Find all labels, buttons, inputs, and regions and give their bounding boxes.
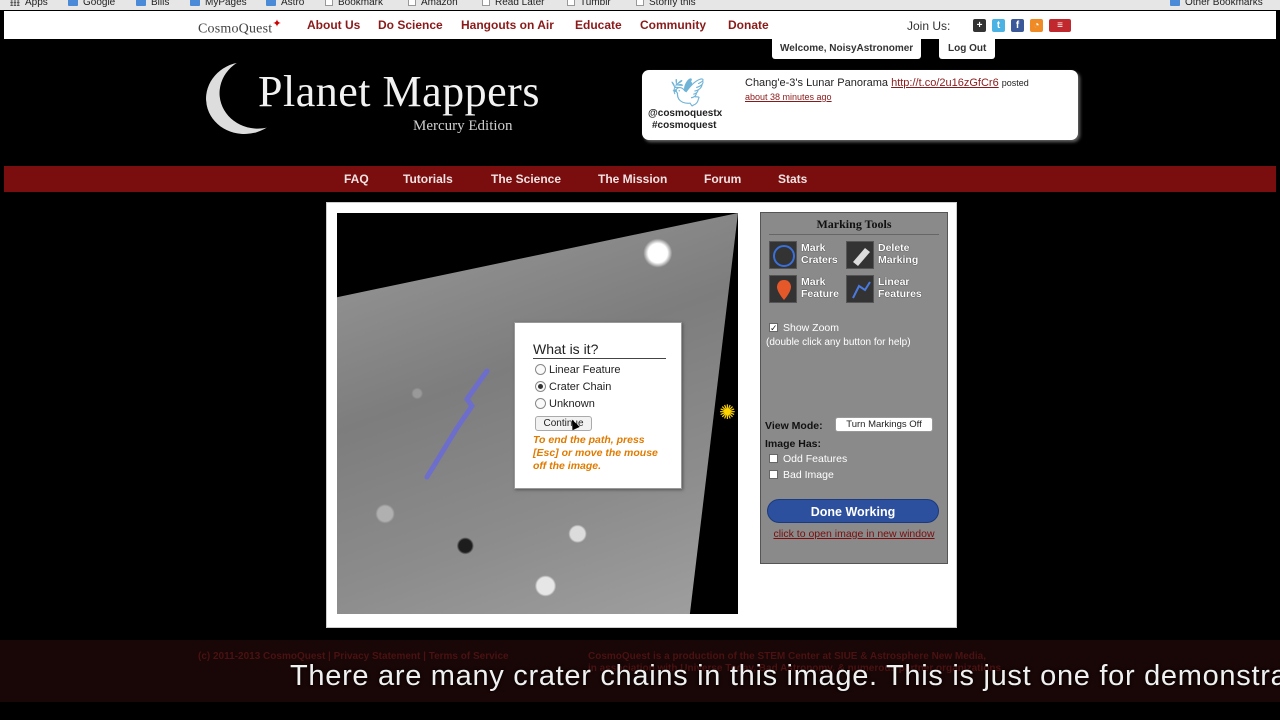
marking-tools-title: Marking Tools (769, 217, 939, 235)
option-unknown[interactable]: Unknown (535, 397, 595, 410)
twitter-widget: 🕊 @cosmoquestx #cosmoquest Chang'e-3's L… (642, 70, 1078, 140)
tweet-content: Chang'e-3's Lunar Panorama http://t.co/2… (745, 77, 1029, 102)
radio-selected-icon[interactable] (535, 380, 546, 392)
option-linear-feature[interactable]: Linear Feature (535, 363, 621, 376)
google-plus-icon[interactable]: + (973, 19, 986, 32)
mark-craters-button[interactable]: Mark Craters (769, 241, 849, 271)
folder-icon (190, 0, 200, 6)
welcome-user[interactable]: Welcome, NoisyAstronomer (772, 39, 922, 59)
star-icon: ✦ (272, 18, 282, 30)
open-image-link[interactable]: click to open image in new window (771, 528, 937, 541)
nav-about-us[interactable]: About Us (307, 18, 360, 32)
tweet-link[interactable]: http://t.co/2u16zGfCr6 (891, 77, 999, 89)
radio-icon[interactable] (535, 397, 546, 409)
folder-icon (136, 0, 146, 6)
page-subtitle: Mercury Edition (413, 118, 513, 134)
what-is-it-dialog: What is it? Linear Feature Crater Chain … (514, 322, 682, 489)
done-working-button[interactable]: Done Working (767, 499, 939, 523)
tweet-time-link[interactable]: about 38 minutes ago (745, 92, 832, 102)
linear-path-icon (846, 275, 874, 303)
checkmark-icon[interactable]: ✓ (769, 322, 778, 332)
nav-educate[interactable]: Educate (575, 18, 622, 32)
bookmark-bookmark[interactable]: Bookmark (325, 0, 383, 8)
sub-nav: FAQ Tutorials The Science The Mission Fo… (4, 166, 1276, 192)
sun-direction-icon: ✺ (719, 402, 736, 424)
bookmark-apps[interactable]: Apps (10, 0, 48, 8)
page-icon (636, 0, 644, 7)
dialog-title: What is it? (533, 341, 666, 359)
crater-circle-icon (769, 241, 797, 269)
twitter-bird-icon: 🕊 (670, 77, 706, 108)
bookmarks-bar: Apps Google Bills MyPages Astro Bookmark… (0, 0, 1280, 10)
bookmark-google[interactable]: Google (68, 0, 115, 8)
logout-button[interactable]: Log Out (939, 39, 996, 59)
image-has-label: Image Has: (765, 438, 822, 450)
page-icon (408, 0, 416, 7)
bookmark-other[interactable]: Other Bookmarks (1170, 0, 1263, 8)
page-icon (482, 0, 490, 7)
bookmark-mypages[interactable]: MyPages (190, 0, 247, 8)
page-icon (325, 0, 333, 7)
twitter-icon[interactable]: t (992, 19, 1005, 32)
rss-icon[interactable]: ◔ (1030, 19, 1043, 32)
top-nav: CosmoQuest✦ About Us Do Science Hangouts… (4, 11, 1276, 39)
subnav-forum[interactable]: Forum (704, 172, 741, 186)
flag-icon[interactable]: ≡ (1049, 19, 1071, 32)
bookmark-read-later[interactable]: Read Later (482, 0, 544, 8)
option-crater-chain[interactable]: Crater Chain (535, 380, 611, 393)
folder-icon (1170, 0, 1180, 6)
subnav-the-science[interactable]: The Science (491, 172, 561, 186)
cosmoquest-logo[interactable]: CosmoQuest✦ (198, 17, 282, 38)
bookmark-astro[interactable]: Astro (266, 0, 304, 8)
radio-icon[interactable] (535, 363, 546, 375)
join-us-label: Join Us: (907, 19, 951, 33)
nav-donate[interactable]: Donate (728, 18, 769, 32)
mark-feature-button[interactable]: Mark Feature (769, 275, 849, 305)
nav-hangouts[interactable]: Hangouts on Air (461, 18, 554, 32)
facebook-icon[interactable]: f (1011, 19, 1024, 32)
view-mode-label: View Mode: (765, 420, 823, 432)
odd-features-checkbox[interactable]: Odd Features (769, 453, 847, 465)
page-icon (567, 0, 575, 7)
subnav-the-mission[interactable]: The Mission (598, 172, 667, 186)
turn-markings-off-button[interactable]: Turn Markings Off (835, 417, 933, 432)
apps-grid-icon (10, 0, 20, 7)
linear-features-button[interactable]: Linear Features (846, 275, 926, 305)
map-pin-icon (769, 275, 797, 303)
delete-marking-button[interactable]: Delete Marking (846, 241, 926, 271)
bookmark-storify[interactable]: Storify this (636, 0, 696, 8)
eraser-icon (846, 241, 874, 269)
twitter-handle[interactable]: @cosmoquestx #cosmoquest (648, 108, 722, 132)
bookmark-bills[interactable]: Bills (136, 0, 169, 8)
help-text: (double click any button for help) (766, 337, 911, 348)
subnav-stats[interactable]: Stats (778, 172, 807, 186)
path-hint: To end the path, press [Esc] or move the… (533, 434, 658, 472)
video-caption: There are many crater chains in this ima… (290, 660, 1280, 692)
bookmark-amazon[interactable]: Amazon (408, 0, 458, 8)
nav-do-science[interactable]: Do Science (378, 18, 443, 32)
marking-tools-panel: Marking Tools Mark Craters Delete Markin… (760, 212, 948, 564)
subnav-faq[interactable]: FAQ (344, 172, 369, 186)
show-zoom-checkbox[interactable]: ✓ Show Zoom (769, 322, 839, 334)
nav-community[interactable]: Community (640, 18, 706, 32)
subnav-tutorials[interactable]: Tutorials (403, 172, 453, 186)
folder-icon (266, 0, 276, 6)
bad-image-checkbox[interactable]: Bad Image (769, 469, 834, 481)
page-title: Planet Mappers (258, 67, 540, 116)
continue-button[interactable]: Continue (535, 416, 592, 431)
folder-icon (68, 0, 78, 6)
bookmark-tumblr[interactable]: Tumblr (567, 0, 611, 8)
